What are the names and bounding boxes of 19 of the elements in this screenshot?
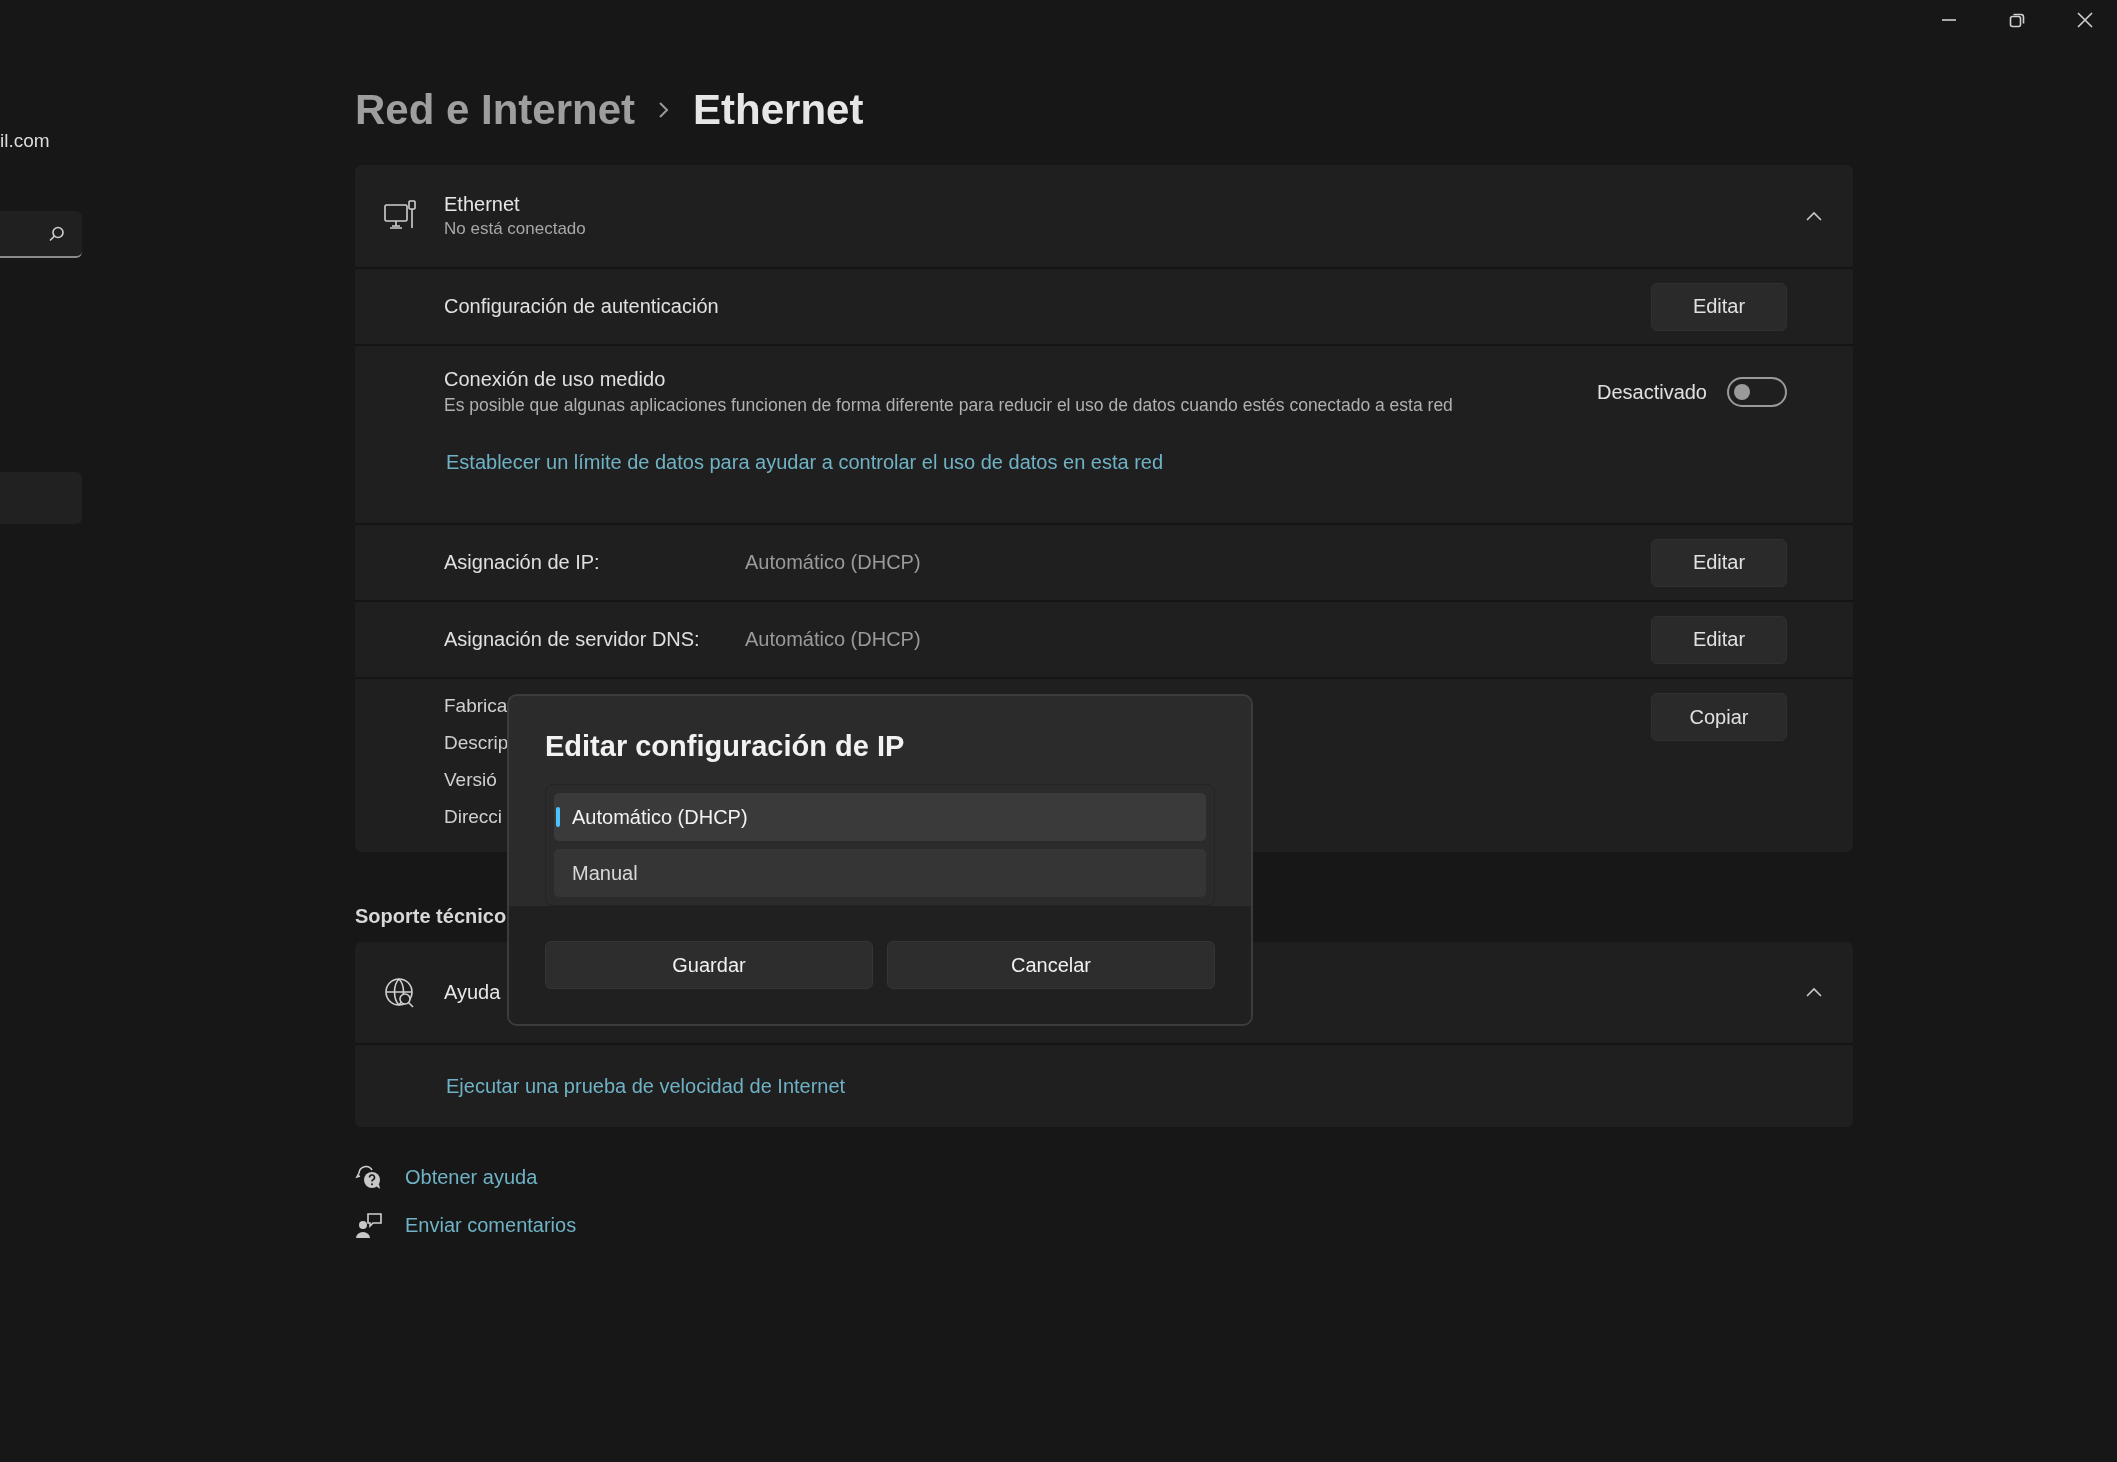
setting-description: Es posible que algunas aplicaciones funcionen de forma diferente para reducir el uso de datos cuando estés conectado a esta red	[444, 395, 1454, 416]
dialog-title: Editar configuración de IP	[545, 730, 906, 764]
section-heading: Soporte técnico	[355, 905, 508, 928]
setting-label: Configuración de autenticación	[444, 295, 720, 318]
connection-status: No está conectado	[444, 219, 587, 239]
setting-label: Asignación de IP:	[444, 551, 601, 574]
property-label: Direcci	[444, 805, 503, 829]
property-label: Fabrica	[444, 694, 508, 718]
breadcrumb-item: Ethernet	[693, 86, 864, 134]
setting-value: Automático (DHCP)	[745, 551, 922, 574]
card-title: Ethernet	[444, 193, 521, 216]
toggle-state-label: Desactivado	[1596, 380, 1707, 404]
property-label: Descrip	[444, 731, 509, 755]
property-label: Versió	[444, 768, 497, 792]
setting-label: Conexión de uso medido	[444, 368, 667, 391]
setting-value: Automático (DHCP)	[745, 628, 922, 651]
account-email: il.com	[0, 130, 51, 153]
setting-label: Asignación de servidor DNS:	[444, 628, 701, 651]
card-title: Ayuda	[444, 981, 502, 1004]
